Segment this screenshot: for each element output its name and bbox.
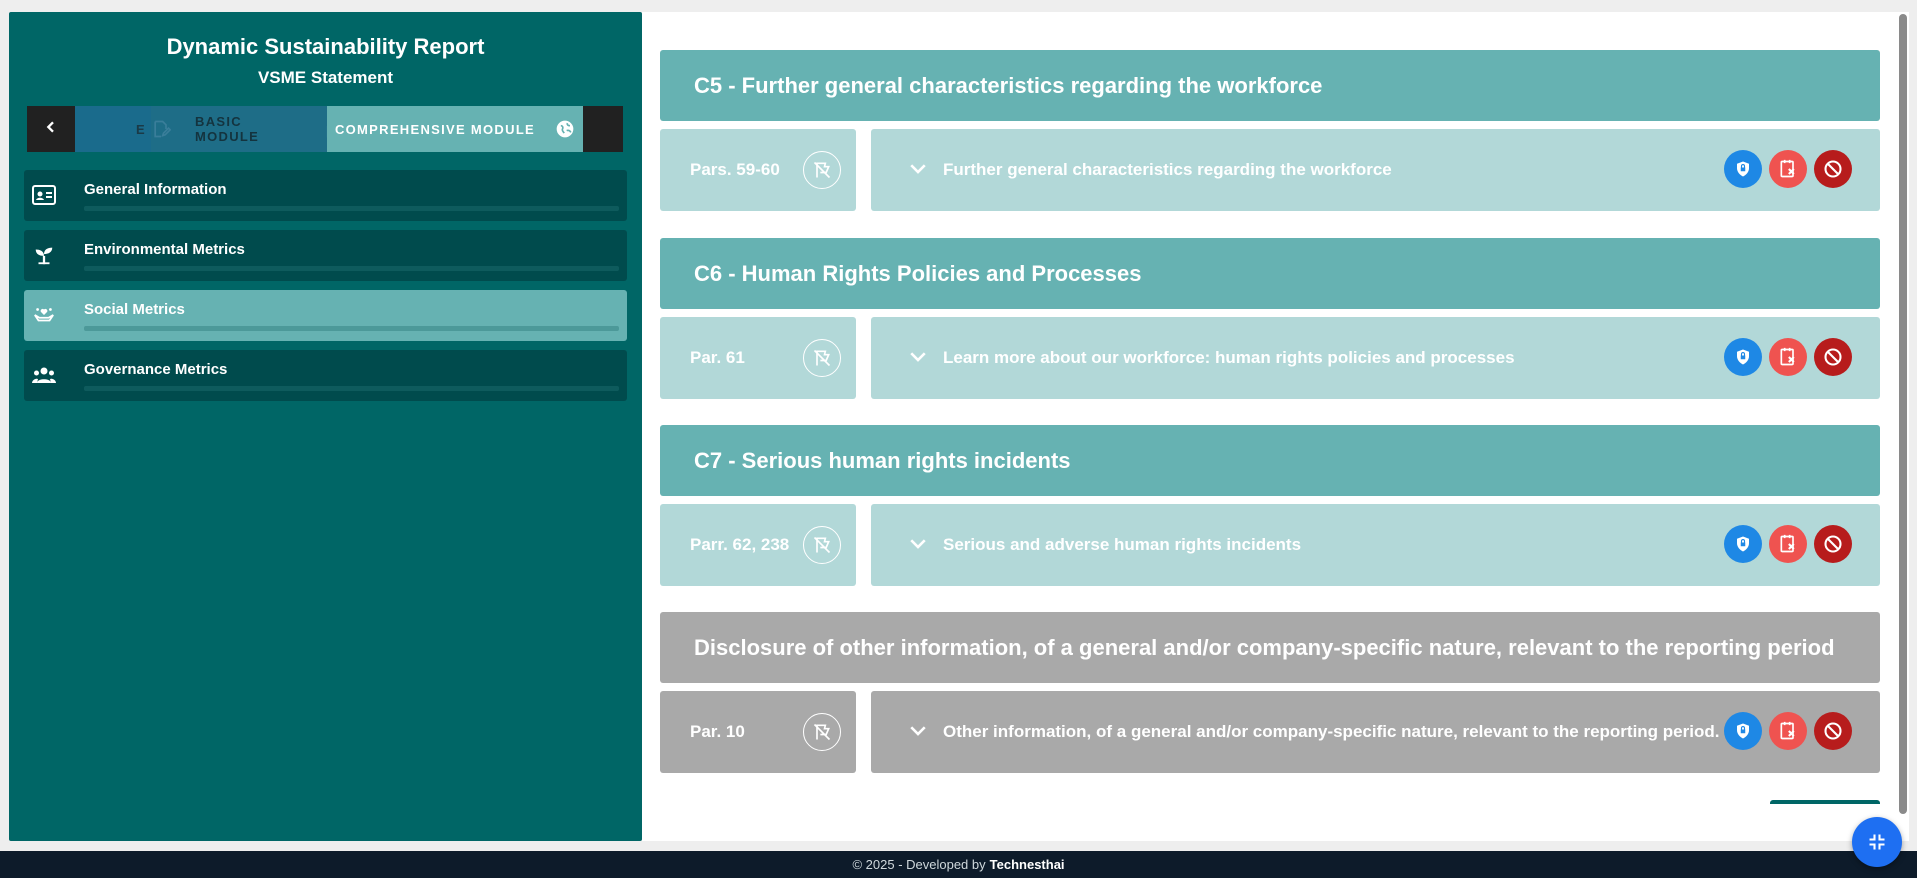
footer: © 2025 - Developed by Technesthai [0, 851, 1917, 878]
sidebar-item-governance-metrics[interactable]: Governance Metrics [24, 350, 627, 401]
block-icon [1824, 160, 1842, 178]
chevron-down-icon[interactable] [909, 724, 927, 743]
remove-button[interactable] [1769, 338, 1807, 376]
sidebar-item-social-metrics[interactable]: Social Metrics [24, 290, 627, 341]
paragraph-reference: Par. 10 [690, 722, 745, 741]
scrollbar-thumb[interactable] [1899, 14, 1907, 814]
top-strip [0, 0, 1917, 12]
sidebar-item-label: Environmental Metrics [84, 241, 245, 258]
disclosure-title: Further general characteristics regardin… [943, 160, 1392, 179]
section-header-c7: C7 - Serious human rights incidents [660, 425, 1880, 496]
main-content: C5 - Further general characteristics reg… [642, 12, 1897, 841]
sidebar-item-label: Social Metrics [84, 301, 185, 318]
sprout-icon [32, 244, 56, 266]
module-tab-comprehensive-label: COMPREHENSIVE MODULE [334, 121, 536, 137]
people-group-icon [32, 364, 56, 386]
fullscreen-exit-icon [1869, 834, 1885, 850]
flag-off-icon[interactable] [803, 151, 841, 189]
paragraph-cell: Parr. 62, 238 [660, 504, 856, 586]
shield-lock-button[interactable] [1724, 338, 1762, 376]
module-tab-comprehensive[interactable]: COMPREHENSIVE MODULE [327, 106, 583, 152]
module-tab-previous-label: E [136, 121, 146, 137]
sidebar-item-label: Governance Metrics [84, 361, 228, 378]
footer-brand: Technesthai [989, 857, 1065, 872]
paragraph-cell: Par. 61 [660, 317, 856, 399]
block-button[interactable] [1814, 712, 1852, 750]
footer-text: © 2025 - Developed by [852, 857, 986, 872]
disclosure-row[interactable]: Further general characteristics regardin… [871, 129, 1880, 211]
globe-icon [555, 119, 575, 139]
shield-icon [1737, 161, 1749, 177]
hands-heart-icon [32, 304, 56, 326]
section-header-other-information: Disclosure of other information, of a ge… [660, 612, 1880, 683]
chevron-left-icon [43, 119, 59, 140]
block-button[interactable] [1814, 150, 1852, 188]
chevron-down-icon[interactable] [909, 537, 927, 556]
paragraph-reference: Pars. 59-60 [690, 160, 780, 179]
chevron-down-icon[interactable] [909, 350, 927, 369]
sidebar-item-label: General Information [84, 181, 227, 198]
sidebar: Dynamic Sustainability Report VSME State… [9, 12, 642, 841]
module-back-button[interactable] [27, 106, 75, 152]
disclosure-row[interactable]: Serious and adverse human rights inciden… [871, 504, 1880, 586]
paragraph-reference: Par. 61 [690, 348, 745, 367]
shield-lock-button[interactable] [1724, 712, 1762, 750]
flag-off-icon[interactable] [803, 713, 841, 751]
section-header-c5: C5 - Further general characteristics reg… [660, 50, 1880, 121]
progress-bar [84, 326, 619, 331]
paragraph-reference: Parr. 62, 238 [690, 535, 790, 554]
calendar-remove-icon [1780, 159, 1795, 178]
paragraph-cell: Par. 10 [660, 691, 856, 773]
module-tabs: E BASIC MODULE COMPREHENSIVE MODULE [27, 106, 623, 152]
disclosure-title: Other information, of a general and/or c… [943, 722, 1720, 741]
scrollbar[interactable] [1897, 12, 1909, 841]
sidebar-item-general-information[interactable]: General Information [24, 170, 627, 221]
collapse-button[interactable] [1852, 817, 1902, 867]
paragraph-cell: Pars. 59-60 [660, 129, 856, 211]
shield-lock-button[interactable] [1724, 150, 1762, 188]
shield-lock-button[interactable] [1724, 525, 1762, 563]
block-button[interactable] [1814, 338, 1852, 376]
flag-off-icon[interactable] [803, 526, 841, 564]
id-card-icon [32, 184, 56, 206]
flag-off-icon[interactable] [803, 339, 841, 377]
remove-button[interactable] [1769, 150, 1807, 188]
partial-button[interactable] [1770, 800, 1880, 804]
remove-button[interactable] [1769, 712, 1807, 750]
edit-document-icon [151, 119, 171, 139]
disclosure-row[interactable]: Learn more about our workforce: human ri… [871, 317, 1880, 399]
remove-button[interactable] [1769, 525, 1807, 563]
block-button[interactable] [1814, 525, 1852, 563]
module-tab-basic[interactable]: BASIC MODULE [151, 106, 346, 152]
progress-bar [84, 386, 619, 391]
module-tab-basic-label: BASIC MODULE [195, 114, 260, 144]
report-subtitle: VSME Statement [257, 68, 394, 87]
disclosure-title: Learn more about our workforce: human ri… [943, 348, 1515, 367]
disclosure-title: Serious and adverse human rights inciden… [943, 535, 1302, 554]
disclosure-row[interactable]: Other information, of a general and/or c… [871, 691, 1880, 773]
report-title: Dynamic Sustainability Report [166, 34, 485, 59]
sidebar-item-environmental-metrics[interactable]: Environmental Metrics [24, 230, 627, 281]
section-header-c6: C6 - Human Rights Policies and Processes [660, 238, 1880, 309]
progress-bar [84, 206, 619, 211]
chevron-down-icon[interactable] [909, 162, 927, 181]
progress-bar [84, 266, 619, 271]
